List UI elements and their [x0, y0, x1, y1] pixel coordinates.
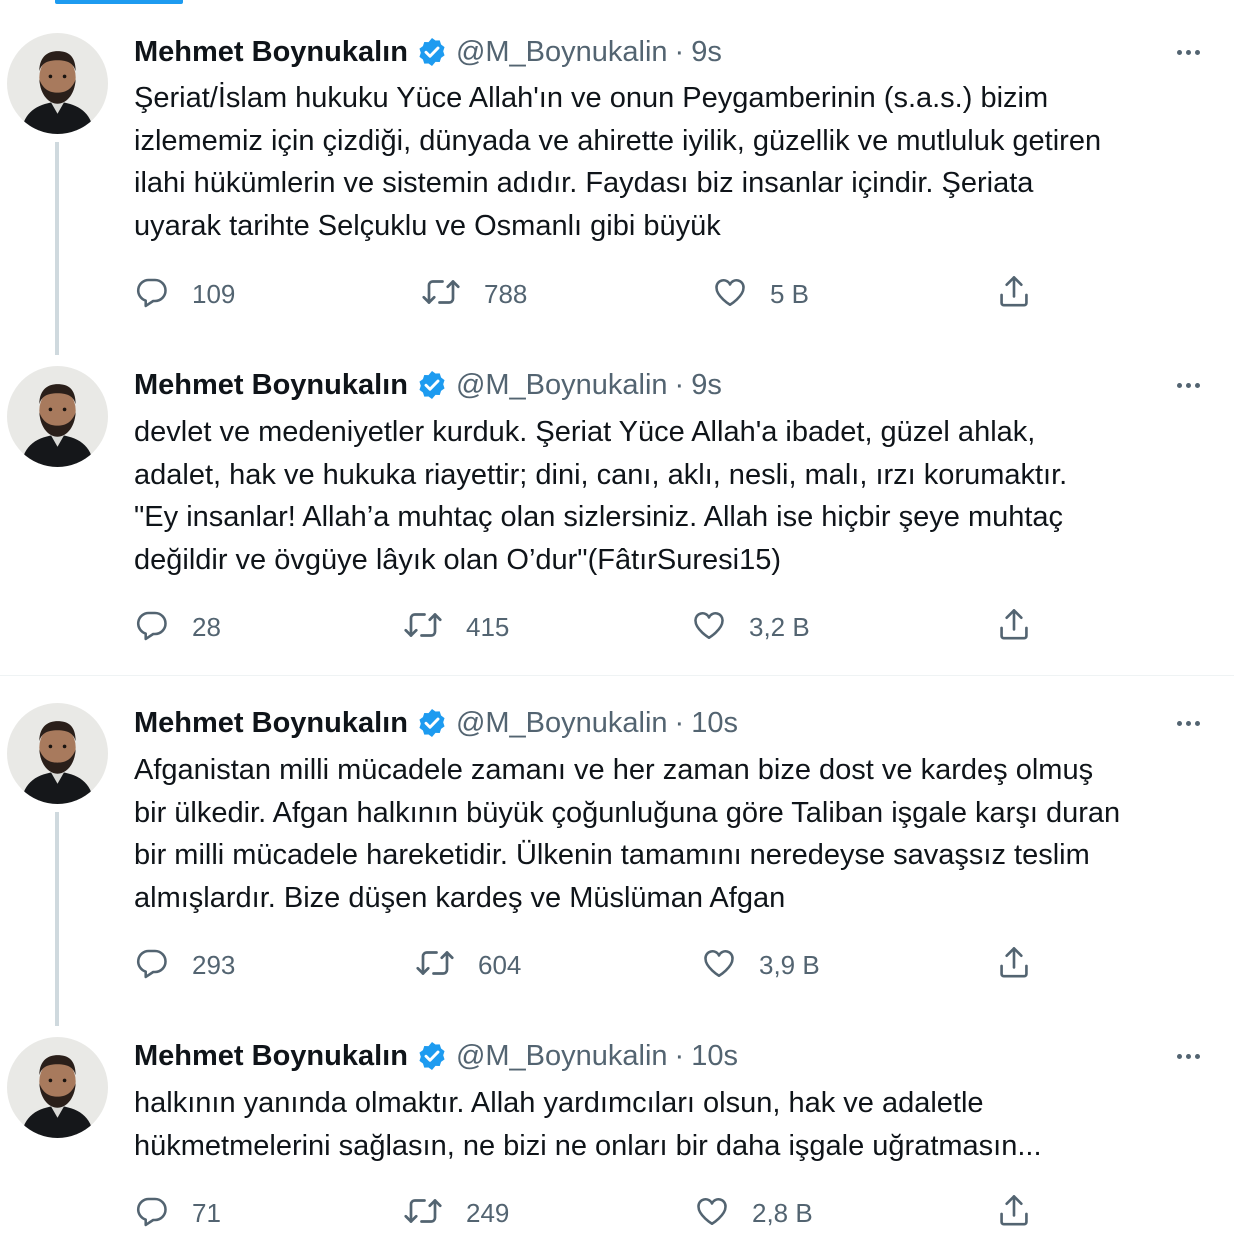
share-icon	[996, 273, 1032, 316]
like-count: 2,8 B	[752, 1197, 813, 1228]
retweet-count: 415	[466, 611, 510, 642]
verified-badge-icon	[416, 36, 448, 68]
like-button[interactable]: 3,9 B	[701, 945, 820, 985]
retweet-icon	[402, 607, 444, 648]
like-button[interactable]: 2,8 B	[694, 1193, 813, 1233]
retweet-icon	[402, 1193, 444, 1234]
reply-button[interactable]: 109	[134, 274, 235, 314]
author-name[interactable]: Mehmet Boynukalın	[134, 707, 408, 740]
avatar[interactable]	[7, 33, 108, 134]
verified-badge-icon	[416, 707, 448, 739]
tweet-time[interactable]: 10s	[691, 1040, 738, 1073]
tweet-header: Mehmet Boynukalın @M_Boynukalin · 10s	[134, 1036, 738, 1076]
tweet-text: Afganistan milli mücadele zamanı ve her …	[134, 754, 1121, 914]
reply-count: 28	[192, 611, 221, 642]
author-name[interactable]: Mehmet Boynukalın	[134, 36, 408, 69]
author-name[interactable]: Mehmet Boynukalın	[134, 1040, 408, 1073]
like-button[interactable]: 5 B	[712, 274, 809, 314]
separator-dot: ·	[674, 706, 685, 739]
tweet-actions: 28 415 3,2 B	[134, 607, 1054, 647]
tweet-text: devlet ve medeniyetler kurduk. Şeriat Yü…	[134, 416, 1068, 576]
tweet-actions: 293 604 3,9 B	[134, 945, 1054, 985]
author-handle[interactable]: @M_Boynukalin	[456, 369, 668, 402]
share-icon	[996, 1192, 1032, 1235]
retweet-button[interactable]: 249	[402, 1193, 509, 1233]
retweet-icon	[420, 274, 462, 315]
share-button[interactable]	[996, 607, 1032, 647]
verified-badge-icon	[416, 369, 448, 401]
separator-dot: ·	[674, 368, 685, 401]
like-count: 5 B	[770, 278, 810, 309]
share-button[interactable]	[996, 1193, 1032, 1233]
tweet-actions: 71 249 2,8 B	[134, 1193, 1054, 1233]
reply-button[interactable]: 293	[134, 945, 235, 985]
tweet-actions: 109 788 5 B	[134, 274, 1054, 314]
author-name[interactable]: Mehmet Boynukalın	[134, 369, 408, 402]
tweet-header: Mehmet Boynukalın @M_Boynukalin · 9s	[134, 365, 722, 405]
tweet-time[interactable]: 9s	[691, 36, 722, 69]
retweet-button[interactable]: 604	[414, 945, 521, 985]
verified-badge-icon	[416, 1040, 448, 1072]
retweet-count: 788	[484, 278, 528, 309]
more-icon[interactable]	[1168, 37, 1208, 67]
tweet-text: halkının yanında olmaktır. Allah yardımc…	[134, 1087, 1042, 1162]
more-icon[interactable]	[1168, 1041, 1208, 1071]
thread-connector-line	[55, 812, 59, 1026]
tweet-header: Mehmet Boynukalın @M_Boynukalin · 10s	[134, 703, 738, 743]
reply-button[interactable]: 28	[134, 607, 221, 647]
reply-icon	[134, 274, 170, 315]
like-button[interactable]: 3,2 B	[691, 607, 810, 647]
avatar[interactable]	[7, 366, 108, 467]
like-icon	[691, 607, 727, 648]
reply-button[interactable]: 71	[134, 1193, 221, 1233]
share-icon	[996, 606, 1032, 649]
author-handle[interactable]: @M_Boynukalin	[456, 1040, 668, 1073]
author-handle[interactable]: @M_Boynukalin	[456, 36, 668, 69]
retweet-button[interactable]: 415	[402, 607, 509, 647]
share-icon	[996, 944, 1032, 987]
author-handle[interactable]: @M_Boynukalin	[456, 707, 668, 740]
reply-icon	[134, 1193, 170, 1234]
thread-connector-line	[55, 142, 59, 355]
tweet-time[interactable]: 10s	[691, 707, 738, 740]
reply-count: 109	[192, 278, 236, 309]
tweet-text: Şeriat/İslam hukuku Yüce Allah'ın ve onu…	[134, 82, 1102, 242]
retweet-icon	[414, 945, 456, 986]
share-button[interactable]	[996, 274, 1032, 314]
separator-dot: ·	[674, 35, 685, 68]
tweet-time[interactable]: 9s	[691, 369, 722, 402]
share-button[interactable]	[996, 945, 1032, 985]
reply-icon	[134, 607, 170, 648]
retweet-count: 249	[466, 1197, 510, 1228]
separator-dot: ·	[674, 1039, 685, 1072]
more-icon[interactable]	[1168, 708, 1208, 738]
reply-count: 71	[192, 1197, 221, 1228]
more-icon[interactable]	[1168, 370, 1208, 400]
retweet-button[interactable]: 788	[420, 274, 527, 314]
like-count: 3,9 B	[759, 949, 820, 980]
like-icon	[694, 1193, 730, 1234]
like-icon	[701, 945, 737, 986]
reply-icon	[134, 945, 170, 986]
top-tab-indicator	[55, 0, 183, 4]
like-count: 3,2 B	[749, 611, 810, 642]
tweet-divider	[0, 675, 1234, 676]
avatar[interactable]	[7, 1037, 108, 1138]
like-icon	[712, 274, 748, 315]
retweet-count: 604	[478, 949, 522, 980]
avatar[interactable]	[7, 703, 108, 804]
tweet-header: Mehmet Boynukalın @M_Boynukalin · 9s	[134, 32, 722, 72]
reply-count: 293	[192, 949, 236, 980]
